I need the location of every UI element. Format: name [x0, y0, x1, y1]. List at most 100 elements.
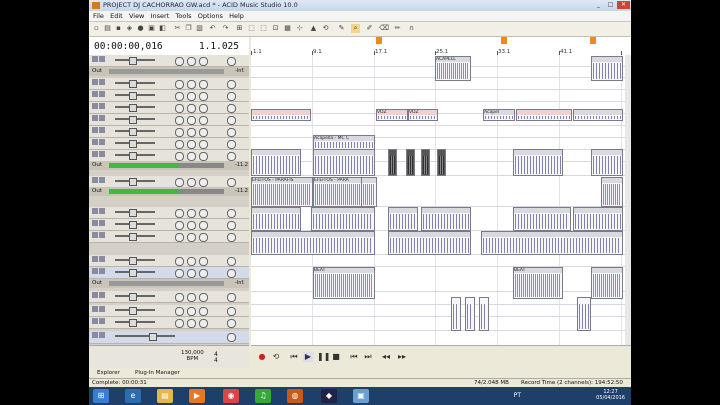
mute-button[interactable] — [175, 269, 184, 278]
record-arm-button[interactable] — [227, 333, 236, 342]
mute-button[interactable] — [175, 140, 184, 149]
ie-icon[interactable]: e — [125, 389, 141, 403]
volume-fader[interactable] — [115, 80, 155, 88]
record-arm-button[interactable] — [227, 307, 236, 316]
volume-fader[interactable] — [115, 116, 155, 124]
render-icon[interactable]: ◈ — [125, 24, 134, 33]
audio-clip[interactable]: ACAPELL — [435, 56, 471, 81]
marker-flag[interactable] — [501, 37, 507, 44]
solo-button[interactable] — [187, 104, 196, 113]
audio-clip[interactable]: EFEITOS - PARAFIS — [251, 177, 313, 207]
audio-clip[interactable] — [421, 149, 430, 176]
volume-fader[interactable] — [115, 257, 155, 265]
volume-fader[interactable] — [115, 140, 155, 148]
marker-flag[interactable] — [590, 37, 596, 44]
solo-button[interactable] — [187, 269, 196, 278]
go-to-end-icon[interactable]: ⏭ — [363, 352, 373, 362]
audio-clip[interactable] — [388, 207, 418, 231]
solo-button[interactable] — [187, 257, 196, 266]
audio-clip[interactable] — [313, 149, 375, 176]
record-arm-button[interactable] — [227, 233, 236, 242]
record-arm-button[interactable] — [227, 140, 236, 149]
audio-clip[interactable]: VOZ — [376, 109, 408, 121]
solo-button[interactable] — [187, 116, 196, 125]
mute-button[interactable] — [175, 152, 184, 161]
fx-button[interactable] — [199, 128, 208, 137]
volume-fader[interactable] — [115, 128, 155, 136]
play-icon[interactable]: ▶ — [303, 352, 313, 362]
pencil-icon[interactable]: ✐ — [365, 24, 374, 33]
record-arm-button[interactable] — [227, 257, 236, 266]
track-header-selected[interactable] — [89, 331, 249, 344]
edit-tool-icon[interactable]: ⬚ — [247, 24, 256, 33]
fx-button[interactable] — [199, 221, 208, 230]
audio-clip[interactable]: Acapel — [483, 109, 515, 121]
mute-button[interactable] — [175, 104, 184, 113]
tempo-display[interactable]: 130,000 BPM — [181, 350, 204, 362]
solo-button[interactable] — [187, 80, 196, 89]
track-header[interactable] — [89, 114, 249, 126]
audio-clip[interactable] — [406, 149, 415, 176]
mute-button[interactable] — [175, 293, 184, 302]
copy-icon[interactable]: ❐ — [184, 24, 193, 33]
audio-clip[interactable] — [251, 149, 301, 176]
solo-button[interactable] — [187, 57, 196, 66]
record-arm-button[interactable] — [227, 178, 236, 187]
audio-clip[interactable] — [591, 267, 623, 299]
track-header[interactable] — [89, 317, 249, 329]
cut-icon[interactable]: ✂ — [173, 24, 182, 33]
menu-options[interactable]: Options — [198, 11, 223, 21]
volume-fader[interactable] — [115, 269, 155, 277]
language-indicator[interactable]: PT — [514, 392, 521, 399]
track-header[interactable] — [89, 207, 249, 219]
eraser-icon[interactable]: ⌫ — [379, 24, 389, 33]
fx-button[interactable] — [199, 319, 208, 328]
solo-button[interactable] — [187, 178, 196, 187]
solo-button[interactable] — [187, 233, 196, 242]
audio-clip[interactable] — [421, 207, 471, 231]
audio-clip[interactable] — [437, 149, 446, 176]
music-app-icon[interactable]: ♫ — [255, 389, 271, 403]
fx-button[interactable] — [199, 257, 208, 266]
fx-button[interactable] — [199, 209, 208, 218]
record-arm-button[interactable] — [227, 293, 236, 302]
metronome-icon[interactable]: ▲ — [309, 24, 318, 33]
audio-clip[interactable] — [311, 207, 375, 231]
audio-clip[interactable] — [591, 149, 623, 176]
mute-button[interactable] — [175, 319, 184, 328]
fx-button[interactable] — [199, 307, 208, 316]
acid-app-icon[interactable]: ◆ — [321, 389, 337, 403]
vertical-scrollbar[interactable] — [625, 55, 631, 345]
audio-clip[interactable] — [251, 109, 311, 121]
mute-button[interactable] — [175, 92, 184, 101]
volume-fader[interactable] — [115, 319, 155, 327]
menu-tools[interactable]: Tools — [176, 11, 192, 21]
mute-button[interactable] — [175, 221, 184, 230]
fx-button[interactable] — [199, 233, 208, 242]
record-icon[interactable]: ● — [257, 352, 267, 362]
volume-fader[interactable] — [115, 152, 155, 160]
track-header[interactable] — [89, 78, 249, 90]
paste-icon[interactable]: ▥ — [195, 24, 204, 33]
volume-fader[interactable] — [115, 178, 155, 186]
audio-clip[interactable]: BEAT — [513, 267, 563, 299]
mixer-icon[interactable]: ◧ — [158, 24, 167, 33]
volume-fader[interactable] — [115, 221, 155, 229]
audio-clip[interactable] — [577, 297, 591, 331]
menu-edit[interactable]: Edit — [110, 11, 123, 21]
record-arm-button[interactable] — [227, 80, 236, 89]
volume-fader[interactable] — [115, 92, 155, 100]
track-header[interactable] — [89, 231, 249, 243]
fx-button[interactable] — [199, 152, 208, 161]
go-to-start-icon[interactable]: ⏮ — [349, 352, 359, 362]
system-clock[interactable]: 12:27 05/04/2016 — [596, 389, 625, 401]
fx-button[interactable] — [199, 116, 208, 125]
properties-icon[interactable]: ▣ — [147, 24, 156, 33]
draw-tool-icon[interactable]: ✎ — [337, 24, 346, 33]
track-header[interactable] — [89, 291, 249, 303]
solo-button[interactable] — [187, 307, 196, 316]
record-arm-button[interactable] — [227, 209, 236, 218]
menu-view[interactable]: View — [129, 11, 144, 21]
audio-clip[interactable] — [479, 297, 489, 331]
audio-clip[interactable] — [601, 177, 623, 207]
